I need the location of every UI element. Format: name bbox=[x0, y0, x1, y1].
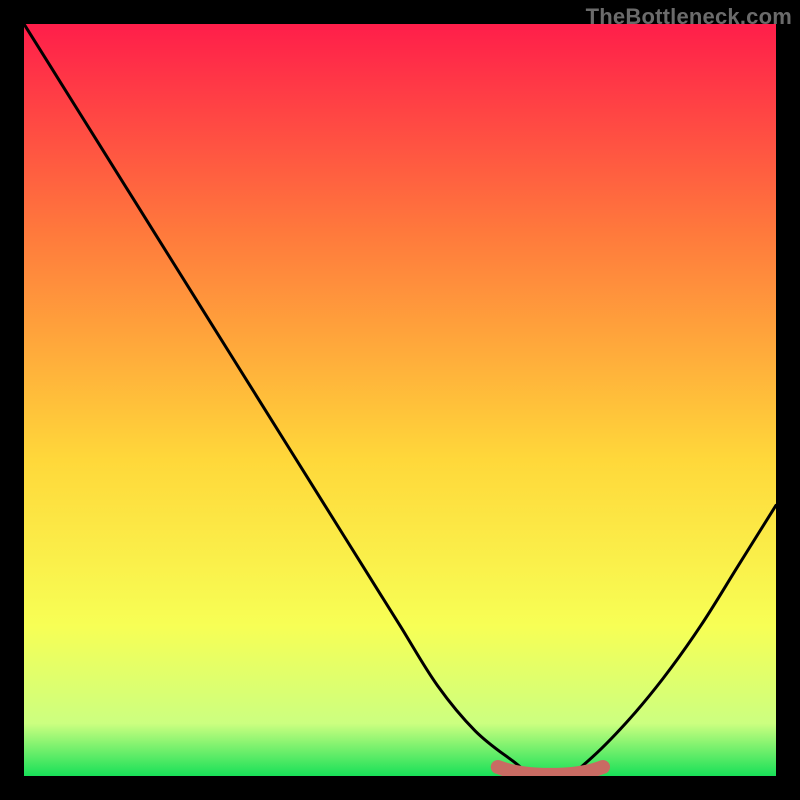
optimal-range-marker bbox=[498, 767, 603, 775]
chart-container: TheBottleneck.com bbox=[0, 0, 800, 800]
curve-layer bbox=[24, 24, 776, 776]
bottleneck-curve bbox=[24, 24, 776, 776]
plot-area bbox=[24, 24, 776, 776]
